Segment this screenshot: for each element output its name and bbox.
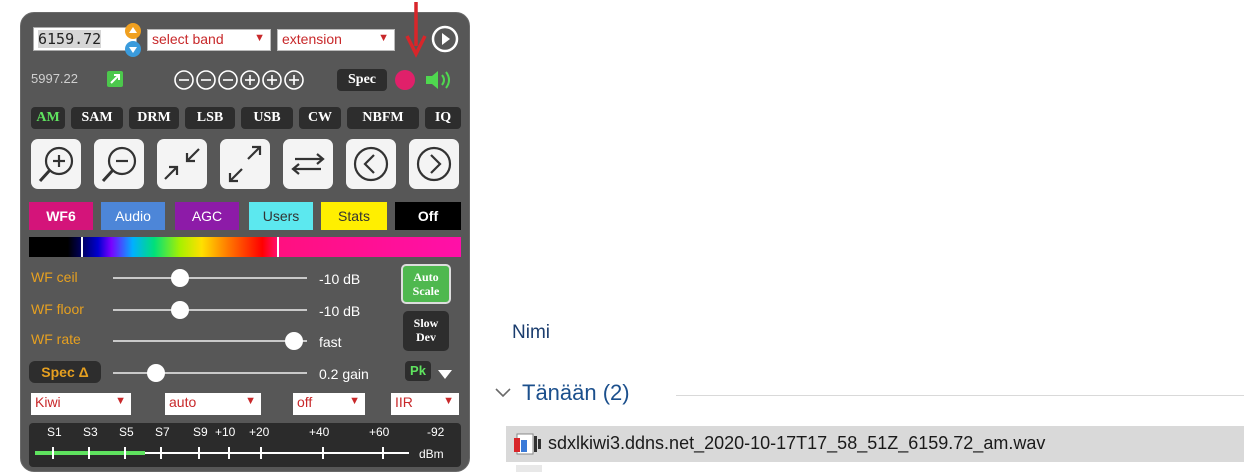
red-arrow-annotation [404, 0, 428, 58]
chevron-left-icon[interactable] [346, 139, 396, 189]
off-select[interactable]: off ▼ [293, 393, 365, 415]
mode-lsb-button[interactable]: LSB [185, 107, 235, 129]
iir-select[interactable]: IIR ▼ [391, 393, 459, 415]
wav-file-icon [514, 432, 542, 456]
wf-floor-slider[interactable] [113, 309, 307, 311]
spec-gain-slider[interactable] [113, 372, 307, 374]
spec-button[interactable]: Spec [337, 69, 387, 91]
spec-gain-knob[interactable] [147, 364, 165, 382]
pk-button[interactable]: Pk [405, 361, 431, 381]
smeter-label-s3: S3 [83, 425, 98, 439]
wf-ceil-slider[interactable] [113, 277, 307, 279]
group-collapse-icon[interactable] [494, 385, 512, 399]
zoom-out-icon[interactable] [196, 70, 216, 90]
zoom-controls [173, 69, 333, 91]
colorbar-min-marker[interactable] [81, 237, 83, 257]
step-up-icon[interactable] [125, 23, 141, 39]
extension-select[interactable]: extension ▼ [277, 29, 395, 51]
mode-sam-button[interactable]: SAM [71, 107, 123, 129]
slow-dev-label-line2: Dev [416, 330, 436, 344]
colorbar-max-marker[interactable] [277, 237, 279, 257]
zoom-out-magnifier-icon[interactable] [94, 139, 144, 189]
tab-off[interactable]: Off [395, 202, 461, 230]
zoom-in-max-icon[interactable] [284, 70, 304, 90]
tab-audio[interactable]: Audio [101, 202, 165, 230]
wf-rate-knob[interactable] [285, 332, 303, 350]
auto-scale-label-line1: Auto [413, 270, 439, 284]
zoom-in-magnifier-icon[interactable] [31, 139, 81, 189]
swap-icon[interactable] [283, 139, 333, 189]
auto-scale-label-line2: Scale [412, 284, 440, 298]
auto-scale-button[interactable]: Auto Scale [401, 264, 451, 304]
expand-icon[interactable] [220, 139, 270, 189]
mode-iq-button[interactable]: IQ [425, 107, 461, 129]
file-name[interactable]: sdxlkiwi3.ddns.net_2020-10-17T17_58_51Z_… [548, 433, 1045, 454]
waterfall-colorbar[interactable] [29, 237, 461, 257]
frequency-input[interactable]: 6159.72 [33, 27, 137, 51]
tab-wf6[interactable]: WF6 [29, 202, 93, 230]
band-select[interactable]: select band ▼ [147, 29, 271, 51]
wf-floor-knob[interactable] [171, 301, 189, 319]
mode-nbfm-button[interactable]: NBFM [347, 107, 419, 129]
slow-dev-label-line1: Slow [413, 316, 439, 330]
mode-usb-button[interactable]: USB [241, 107, 293, 129]
zoom-out-max-icon[interactable] [174, 70, 194, 90]
column-header-name[interactable]: Nimi [512, 322, 550, 344]
wf-ceil-knob[interactable] [171, 269, 189, 287]
zoom-in-icon[interactable] [262, 70, 282, 90]
smeter-bar [35, 447, 409, 459]
mode-drm-button[interactable]: DRM [129, 107, 179, 129]
step-down-icon[interactable] [125, 41, 141, 57]
pk-dropdown-icon[interactable] [437, 365, 453, 379]
smeter-label-s9: S9 [193, 425, 208, 439]
smeter-dbm-value: -92 [427, 425, 445, 439]
smeter-label-plus40: +40 [309, 425, 330, 439]
wf-rate-value: fast [319, 334, 342, 350]
spec-delta-button[interactable]: Spec Δ [29, 361, 101, 383]
shrink-icon[interactable] [157, 139, 207, 189]
secondary-frequency: 5997.22 [31, 71, 78, 86]
smeter-label-plus20: +20 [249, 425, 270, 439]
zoom-in-small-icon[interactable] [240, 70, 260, 90]
tab-stats[interactable]: Stats [321, 202, 387, 230]
mode-cw-button[interactable]: CW [299, 107, 341, 129]
smeter-label-s1: S1 [47, 425, 62, 439]
wf-floor-value: -10 dB [319, 303, 361, 319]
wf-rate-label: WF rate [31, 331, 81, 347]
smeter-label-plus60: +60 [369, 425, 390, 439]
kiwi-control-panel: 6159.72 select band ▼ extension ▼ 5997.22 … [20, 12, 470, 472]
tab-users[interactable]: Users [249, 202, 313, 230]
chevron-right-icon[interactable] [409, 139, 459, 189]
s-meter: S1 S3 S5 S7 S9 +10 +20 +40 +60 -92 dBm [29, 423, 461, 467]
popout-icon[interactable] [107, 71, 123, 87]
smeter-label-s5: S5 [119, 425, 134, 439]
smeter-label-s7: S7 [155, 425, 170, 439]
next-file-row-partial [516, 465, 542, 472]
wf-floor-label: WF floor [31, 301, 84, 317]
spec-gain-value: 0.2 gain [319, 366, 369, 382]
smeter-label-plus10: +10 [215, 425, 236, 439]
record-icon[interactable] [395, 70, 415, 90]
smeter-dbm-unit: dBm [419, 447, 444, 461]
zoom-out-small-icon[interactable] [218, 70, 238, 90]
auto-select[interactable]: auto ▼ [165, 393, 261, 415]
wf-rate-slider[interactable] [113, 340, 307, 342]
group-header-today[interactable]: Tänään (2) [522, 380, 630, 406]
file-row[interactable]: sdxlkiwi3.ddns.net_2020-10-17T17_58_51Z_… [506, 426, 1244, 462]
slow-dev-button[interactable]: Slow Dev [403, 311, 449, 351]
wf-ceil-value: -10 dB [319, 271, 361, 287]
kiwi-select[interactable]: Kiwi ▼ [31, 393, 131, 415]
group-divider [676, 395, 1244, 396]
speaker-icon[interactable] [423, 67, 457, 93]
play-icon[interactable] [431, 25, 459, 53]
mode-am-button[interactable]: AM [31, 107, 65, 129]
tab-agc[interactable]: AGC [175, 202, 239, 230]
wf-ceil-label: WF ceil [31, 269, 78, 285]
